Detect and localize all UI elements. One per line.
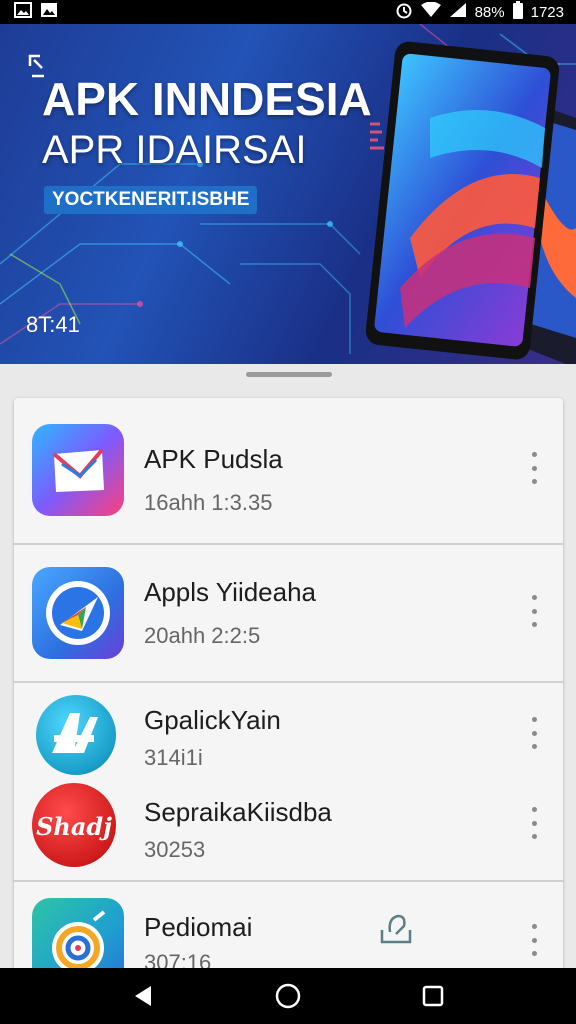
share-icon[interactable] — [378, 910, 414, 946]
list-item[interactable]: APK Pudsla 16ahh 1:3.35 — [14, 398, 563, 544]
more-options-icon[interactable] — [524, 803, 544, 843]
shadi-logo-text: Shadj — [36, 812, 112, 841]
app-subtitle: 20ahh 2:2:5 — [144, 623, 261, 648]
navigation-bar — [0, 968, 576, 1024]
banner-subtitle: APR IDAIRSAI — [42, 128, 307, 172]
more-options-icon[interactable] — [524, 591, 544, 631]
status-bar-left — [14, 2, 58, 22]
more-options-icon[interactable] — [524, 713, 544, 753]
app-title: SepraikaKiisdba — [144, 797, 332, 827]
more-options-icon[interactable] — [524, 920, 544, 960]
back-icon[interactable] — [123, 976, 163, 1016]
status-bar-right: 88% 1723 — [395, 1, 564, 23]
app-subtitle: 307:16 — [144, 950, 212, 970]
image-icon — [40, 2, 58, 22]
wifi-icon — [420, 1, 441, 22]
battery-percent: 88% — [474, 3, 505, 21]
list-item[interactable]: Appls Yiideaha 20ahh 2:2:5 — [14, 545, 563, 681]
home-icon[interactable] — [268, 976, 308, 1016]
compass-arrow-icon — [32, 567, 124, 659]
more-options-icon[interactable] — [524, 448, 544, 488]
banner-tagline: YOCTKENERIT.ISBHE — [44, 186, 258, 214]
app-title: Appls Yiideaha — [144, 577, 317, 607]
target-ring-icon — [32, 898, 124, 970]
banner-time: 8T:41 — [26, 312, 80, 337]
status-bar: 88% 1723 — [0, 0, 576, 24]
list-item[interactable]: GpalickYain 314i1i — [14, 683, 563, 775]
clock-time: 1723 — [530, 3, 564, 21]
sheet-handle[interactable] — [246, 372, 332, 377]
mail-envelope-icon — [32, 424, 124, 516]
app-title: APK Pudsla — [144, 444, 283, 474]
signal-icon — [449, 2, 467, 22]
shadi-logo-icon: Shadj — [32, 783, 116, 867]
app-subtitle: 30253 — [144, 837, 206, 862]
blue-letter-icon — [36, 695, 116, 775]
gallery-icon — [14, 2, 32, 22]
app-subtitle: 16ahh 1:3.35 — [144, 490, 273, 515]
battery-icon — [512, 1, 523, 23]
promo-banner[interactable]: APK INNDESIA APR IDAIRSAI YOCTKENERIT.IS… — [0, 24, 576, 364]
app-title: Pediomai — [144, 912, 253, 942]
list-item[interactable]: Shadj SepraikaKiisdba 30253 — [14, 773, 563, 879]
app-list: APK Pudsla 16ahh 1:3.35 Appls Yiideaha 2… — [14, 398, 563, 970]
list-item[interactable]: Pediomai 307:16 — [14, 882, 563, 970]
recents-icon[interactable] — [413, 976, 453, 1016]
smartphone-illustration — [365, 41, 576, 364]
alarm-icon — [395, 1, 413, 23]
app-title: GpalickYain — [144, 705, 281, 735]
banner-title: APK INNDESIA — [42, 73, 372, 125]
app-subtitle: 314i1i — [144, 745, 203, 770]
